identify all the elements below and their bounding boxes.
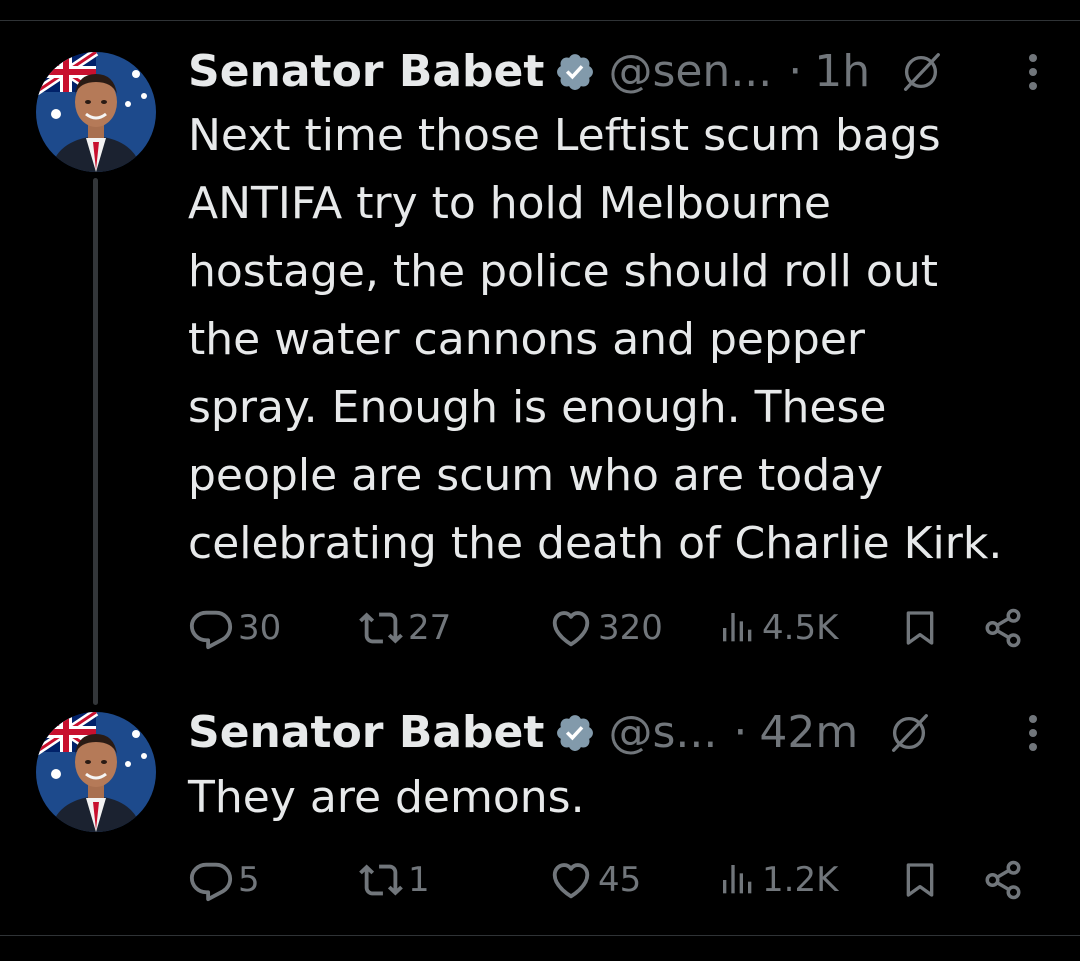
action-bar: 5 1 45 1.2K (188, 856, 1038, 904)
reply-count: 30 (238, 608, 282, 648)
tweet[interactable]: Senator Babet @sen... · 1h Next time tho… (0, 0, 1080, 705)
bottom-divider (0, 935, 1080, 936)
reply-icon (188, 605, 234, 651)
bookmark-icon (900, 858, 940, 902)
views-button[interactable]: 1.2K (718, 856, 838, 904)
bookmark-button[interactable] (900, 856, 940, 904)
like-button[interactable]: 320 (548, 604, 663, 652)
reply-count: 5 (238, 860, 260, 900)
timestamp[interactable]: 42m (759, 707, 858, 759)
bookmark-icon (900, 606, 940, 650)
views-button[interactable]: 4.5K (718, 604, 838, 652)
like-count: 320 (598, 608, 663, 648)
verified-badge-icon[interactable] (554, 51, 596, 93)
more-icon[interactable] (1028, 713, 1038, 753)
more-icon[interactable] (1028, 52, 1038, 92)
tweet-header: Senator Babet @sen... · 1h (188, 46, 1050, 98)
tweet-text: Next time those Leftist scum bags ANTIFA… (188, 110, 1003, 569)
repost-button[interactable]: 27 (358, 604, 451, 652)
separator-dot: · (788, 46, 803, 97)
like-button[interactable]: 45 (548, 856, 641, 904)
action-bar: 30 27 320 4.5K (188, 604, 1038, 652)
share-icon (982, 607, 1024, 649)
bookmark-button[interactable] (900, 604, 940, 652)
timestamp[interactable]: 1h (814, 46, 870, 98)
separator-dot: · (733, 707, 748, 758)
avatar[interactable] (36, 52, 156, 172)
tweet-header: Senator Babet @s... · 42m (188, 707, 1050, 759)
reply-button[interactable]: 5 (188, 856, 260, 904)
share-button[interactable] (982, 856, 1024, 904)
share-icon (982, 859, 1024, 901)
tweet-text: They are demons. (188, 772, 585, 823)
repost-button[interactable]: 1 (358, 856, 430, 904)
views-count: 1.2K (762, 860, 839, 900)
views-icon (718, 860, 758, 900)
repost-icon (358, 857, 404, 903)
thread-connector-line (93, 178, 98, 705)
handle[interactable]: @s... (608, 707, 717, 759)
like-icon (548, 605, 594, 651)
display-name[interactable]: Senator Babet (188, 46, 544, 98)
reply-button[interactable]: 30 (188, 604, 281, 652)
grok-icon[interactable] (898, 49, 944, 95)
display-name[interactable]: Senator Babet (188, 707, 544, 759)
like-count: 45 (598, 860, 642, 900)
tweet[interactable]: Senator Babet @s... · 42m They are demon… (0, 700, 1080, 935)
reply-icon (188, 857, 234, 903)
views-icon (718, 608, 758, 648)
repost-icon (358, 605, 404, 651)
handle[interactable]: @sen... (608, 46, 772, 98)
views-count: 4.5K (762, 608, 839, 648)
repost-count: 1 (408, 860, 430, 900)
share-button[interactable] (982, 604, 1024, 652)
like-icon (548, 857, 594, 903)
verified-badge-icon[interactable] (554, 712, 596, 754)
repost-count: 27 (408, 608, 452, 648)
grok-icon[interactable] (886, 710, 932, 756)
avatar[interactable] (36, 712, 156, 832)
